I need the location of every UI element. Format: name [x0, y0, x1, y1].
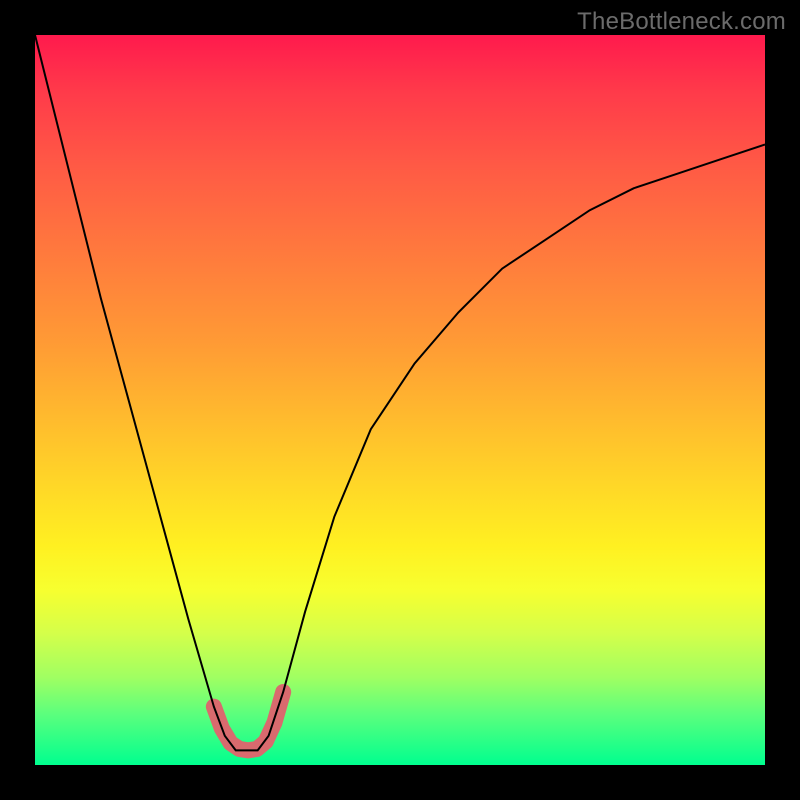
chart-frame: TheBottleneck.com — [0, 0, 800, 800]
chart-curve — [35, 35, 765, 750]
watermark-text: TheBottleneck.com — [577, 8, 786, 36]
chart-svg — [35, 35, 765, 765]
chart-plot-area — [35, 35, 765, 765]
